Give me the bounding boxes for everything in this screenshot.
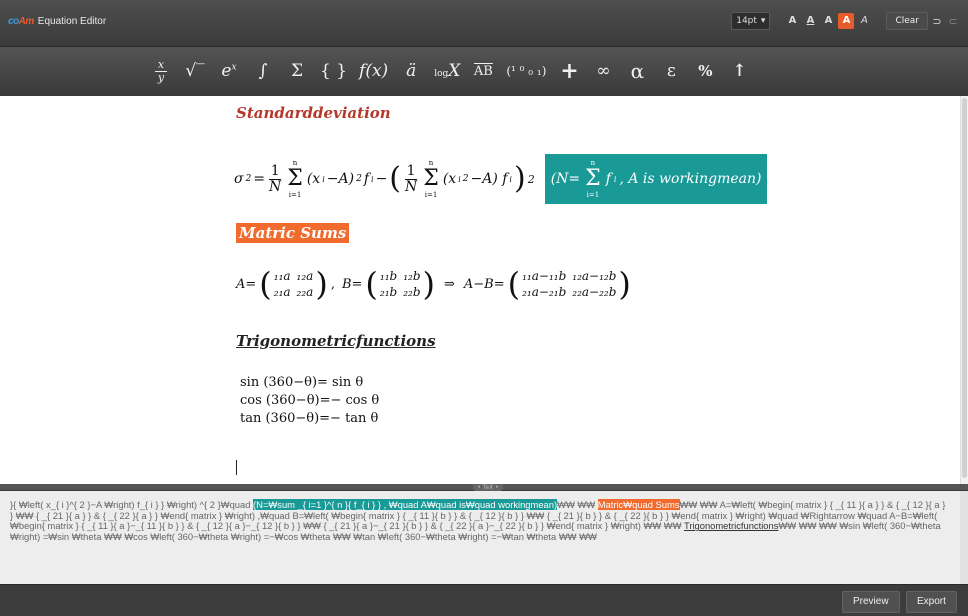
app-logo: coAm [8,16,34,27]
tex-source-scrollbar[interactable] [960,491,968,584]
logo-part-a: co [8,16,19,27]
tex-source-text: }{ ₩left( x_{ i }^{ 2 }−A ₩right) f_{ i … [10,499,946,542]
highlighted-equation: (N= n Σi=1 fi , A is workingmean) [544,154,768,204]
summation-icon: Σ [290,61,304,81]
format-tools: 14pt ▾ A A A A A Clear ⊃ ⊂ [731,12,960,30]
equation-matrix-sum: A= ( ₁₁a ₁₂a ₂₁a ₂₂a ) , B= ( ₁₁b ₁₂b ₂₁b ₂₂… [236,265,631,303]
title-bar: coAm Equation Editor 14pt ▾ A A A A A Cl… [0,0,968,47]
vector-icon: AB [473,63,493,79]
symbol-toolbar: x y √‾ ex ∫ Σ { } f(x) ä logX AB (¹ ⁰ ₀ … [0,47,968,95]
heading-standard-deviation: Standarddeviation [236,104,391,122]
exponent-button[interactable]: ex [214,53,244,89]
log-icon: logX [434,61,460,81]
trig-line-sin: sin (360−θ)= sin θ [240,375,364,390]
function-icon: f(x) [359,61,389,81]
trig-line-tan: tan (360−θ)=− tan θ [240,411,379,426]
epsilon-button[interactable]: ε [656,53,686,89]
app-title: Equation Editor [37,16,107,27]
format-highlight-button[interactable]: A [838,13,855,29]
footer-bar: Preview Export [0,584,968,616]
matrix-icon: (¹ ⁰ ₀ ₁) [506,64,547,78]
log-label: log [434,69,449,79]
app-branding: coAm Equation Editor [8,16,106,27]
heading-matric-sums: Matric Sums [236,223,350,243]
chevron-down-icon: ▾ [760,16,766,26]
logo-part-b: Am [18,16,35,27]
alpha-icon: α [630,59,645,83]
arrow-button[interactable]: ↑ [724,53,754,89]
fraction-denominator: y [157,70,165,84]
sqrt-button[interactable]: √‾ [180,53,210,89]
exponent-base: e [221,61,232,81]
matrix-b: ( ₁₁b ₁₂b ₂₁b ₂₂b ) [365,265,435,303]
sqrt-icon: √‾ [185,61,205,81]
preview-button[interactable]: Preview [842,591,900,613]
tex-splitter-label: • TeX • [477,484,499,491]
percent-button[interactable]: % [690,53,720,89]
braces-button[interactable]: { } [316,53,351,89]
tex-source-panel[interactable]: }{ ₩left( x_{ i }^{ 2 }−A ₩right) f_{ i … [0,491,960,584]
braces-icon: { } [320,61,348,81]
integral-button[interactable]: ∫ [248,53,278,89]
heading-trigonometric-functions: Trigonometricfunctions [236,332,436,350]
font-size-select[interactable]: 14pt ▾ [731,12,771,30]
infinity-button[interactable]: ∞ [588,53,618,89]
format-italic-button[interactable]: A [856,13,872,29]
undo-icon[interactable]: ⊃ [930,15,944,28]
fraction-numerator: x [157,57,165,71]
matrix-a-minus-b: ( ₁₁a−₁₁b ₁₂a−₁₂b ₂₁a−₂₁b ₂₂a−₂₂b ) [507,265,631,303]
matrix-button[interactable]: (¹ ⁰ ₀ ₁) [502,53,550,89]
vector-button[interactable]: AB [468,53,498,89]
format-color-button[interactable]: A [820,13,836,29]
text-cursor [236,460,237,475]
plus-button[interactable]: + [554,53,584,89]
redo-icon[interactable]: ⊂ [946,15,960,28]
trig-line-cos: cos (360−θ)=− cos θ [240,393,380,408]
matrix-a: ( ₁₁a ₁₂a ₂₁a ₂₂a ) [259,265,328,303]
equation-standard-deviation: σ 2 = 1N n Σi=1 (x i −A) 2 f i − ( 1N n Σi=1 (x i 2… [234,154,768,204]
fraction-icon: x y [155,57,167,84]
format-underline-button[interactable]: A [802,13,818,29]
clear-button[interactable]: Clear [886,12,928,30]
accent-icon: ä [406,61,417,81]
function-button[interactable]: f(x) [355,53,392,89]
tex-highlight-teal: (N=₩sum _{ i=1 }^{ n }{ f_{ i } } , ₩qua… [253,499,558,510]
exponent-icon: ex [221,61,236,81]
percent-icon: % [698,62,713,80]
accent-button[interactable]: ä [396,53,426,89]
font-size-value: 14pt [736,16,757,26]
log-argument: X [448,61,461,81]
integral-icon: ∫ [258,61,268,81]
summation-button[interactable]: Σ [282,53,312,89]
fraction-button[interactable]: x y [146,53,176,89]
epsilon-icon: ε [667,61,676,81]
plus-icon: + [560,58,579,84]
infinity-icon: ∞ [596,61,611,81]
alpha-button[interactable]: α [622,53,652,89]
equation-editor-app: coAm Equation Editor 14pt ▾ A A A A A Cl… [0,0,968,616]
tex-highlight-orange: Matric₩quad Sums [597,499,680,510]
trig-equations: sin (360−θ)= sin θ cos (360−θ)=− cos θ t… [240,374,379,428]
export-button[interactable]: Export [906,591,957,613]
tex-highlight-underline: Trigonometricfunctions [683,520,779,532]
editor-scrollbar[interactable] [960,96,968,484]
editor-scrollbar-thumb[interactable] [962,98,967,478]
exponent-power: x [231,62,237,73]
log-button[interactable]: logX [430,53,464,89]
equation-canvas[interactable]: Standarddeviation σ 2 = 1N n Σi=1 (x i −A) 2 f i… [0,96,960,484]
format-bold-button[interactable]: A [784,13,800,29]
arrow-up-icon: ↑ [732,61,747,81]
